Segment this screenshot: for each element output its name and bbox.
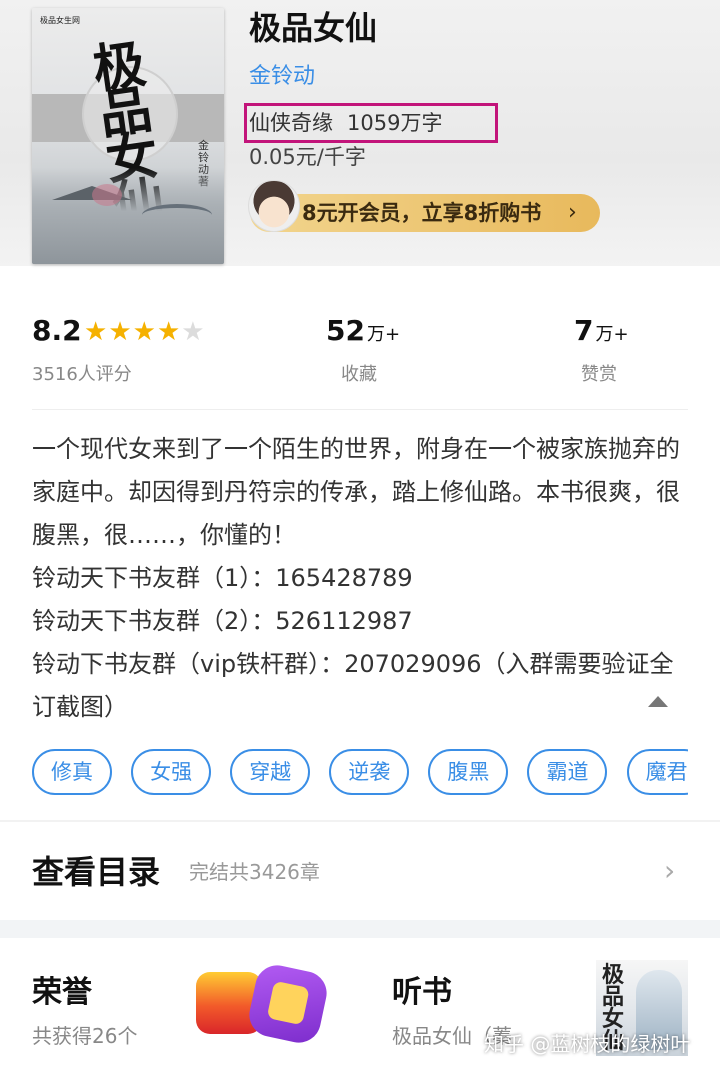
favorites-label: 收藏 (341, 364, 377, 385)
toc-row[interactable]: 查看目录 完结共3426章 › (0, 824, 720, 920)
tag-fuhei[interactable]: 腹黑 (428, 749, 509, 795)
tag-badao[interactable]: 霸道 (527, 749, 608, 795)
badge-inner (266, 980, 310, 1026)
chevron-right-icon[interactable]: › (664, 854, 675, 888)
star-icon: ★ (84, 317, 109, 347)
cover-publisher: 极品女生网 (40, 16, 80, 25)
collapse-up-icon[interactable] (648, 696, 668, 707)
likes-label: 赞赏 (581, 364, 617, 385)
rating-count[interactable]: 3516人评分 (32, 360, 132, 386)
divider (32, 409, 688, 410)
star-icon: ★ (132, 317, 157, 347)
vip-avatar (248, 180, 300, 232)
thumbs-up-badge-icon[interactable] (245, 961, 331, 1047)
book-title: 极品女仙 (249, 9, 378, 47)
stats-row: 8.2 ★★★★★ 3516人评分 52 万+ 收藏 7 万+ 赞赏 (0, 300, 720, 410)
word-count: 1059万字 (347, 111, 443, 135)
vip-banner-label[interactable]: 8元开会员，立享8折购书 (302, 198, 541, 228)
honor-title[interactable]: 荣誉 (32, 974, 92, 1012)
genre-line: 仙侠奇缘 1059万字 (249, 108, 442, 138)
star-empty-icon: ★ (181, 317, 206, 347)
star-icon: ★ (108, 317, 133, 347)
description-group-2: 铃动天下书友群（2）：526112987 (32, 607, 413, 635)
book-header: 极品女生网 极品女仙 金铃动著 极品女仙 金铃动 仙侠奇缘 1059万字 0.05… (0, 0, 720, 266)
toc-title: 查看目录 (32, 853, 161, 891)
tag-chuanyue[interactable]: 穿越 (230, 749, 311, 795)
likes-number: 7 (574, 314, 594, 347)
divider (0, 820, 720, 822)
book-author-link[interactable]: 金铃动 (249, 61, 315, 93)
rating-stars: ★★★★★ (84, 316, 206, 348)
description-group-3: 铃动下书友群（vip铁杆群）：207029096（入群需要验证全订截图） (32, 650, 674, 721)
description-group-1: 铃动天下书友群（1）：165428789 (32, 564, 413, 592)
honor-count: 共获得26个 (32, 1024, 138, 1048)
rating-score: 8.2 (32, 314, 82, 347)
listen-title[interactable]: 听书 (392, 974, 452, 1012)
tag-nixi[interactable]: 逆袭 (329, 749, 410, 795)
tag-nvqiang[interactable]: 女强 (131, 749, 212, 795)
chevron-right-icon[interactable]: › (568, 198, 577, 228)
star-icon: ★ (156, 317, 182, 347)
favorites-unit: 万+ (366, 324, 401, 345)
cover-blossom (92, 184, 122, 206)
book-price: 0.05元/千字 (249, 145, 366, 169)
tag-mojun[interactable]: 魔君 (626, 749, 688, 795)
tag-list: 修真 女强 穿越 逆袭 腹黑 霸道 魔君 (32, 749, 688, 797)
likes-unit: 万+ (595, 324, 629, 345)
book-cover[interactable]: 极品女生网 极品女仙 金铃动著 (32, 8, 224, 264)
description-text: 一个现代女来到了一个陌生的世界，附身在一个被家族抛弃的家庭中。却因得到丹符宗的传… (32, 435, 680, 549)
tag-xiuzhen[interactable]: 修真 (32, 749, 112, 795)
book-genre[interactable]: 仙侠奇缘 (249, 111, 333, 135)
watermark: 知乎 @蓝树枝的绿树叶 (484, 1032, 691, 1056)
toc-chapter-count: 完结共3426章 (189, 860, 320, 884)
likes-count[interactable]: 7 万+ (574, 314, 629, 352)
section-gap (0, 920, 720, 938)
cover-bridge (142, 204, 212, 226)
favorites-count[interactable]: 52 万+ (326, 314, 400, 352)
favorites-number: 52 (326, 314, 365, 347)
book-description[interactable]: 一个现代女来到了一个陌生的世界，附身在一个被家族抛弃的家庭中。却因得到丹符宗的传… (32, 428, 692, 729)
